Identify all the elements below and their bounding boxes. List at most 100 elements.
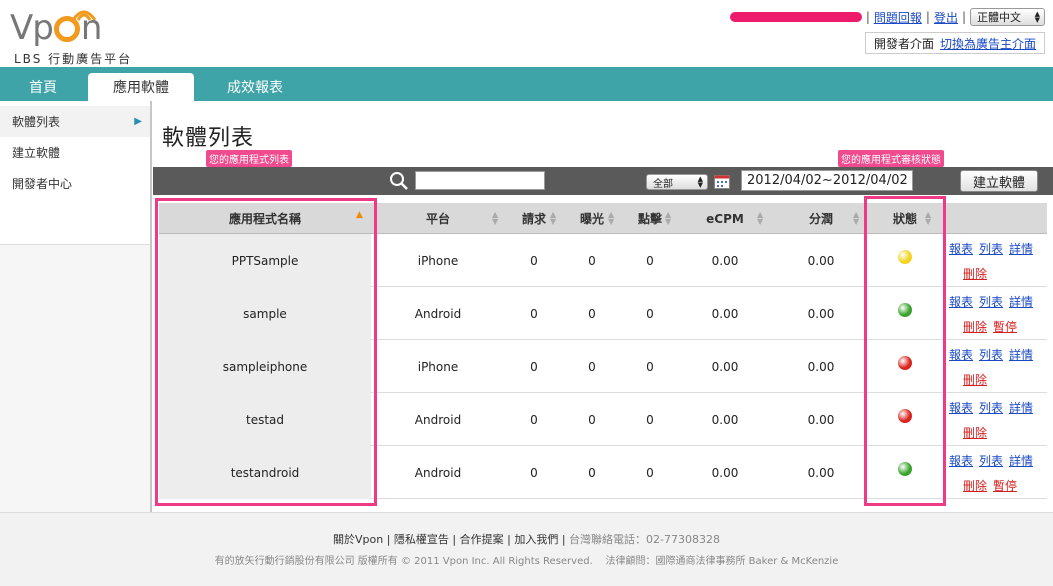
sort-icon: ▲ ▼: [665, 210, 672, 226]
delete-link[interactable]: 刪除: [963, 318, 987, 335]
cell-share: 0.00: [807, 412, 835, 427]
details-link[interactable]: 詳情: [1009, 452, 1033, 469]
details-link[interactable]: 詳情: [1009, 399, 1033, 416]
list-link[interactable]: 列表: [979, 346, 1003, 363]
sidebar-divider: [150, 101, 152, 512]
delete-link[interactable]: 刪除: [963, 424, 987, 441]
report-link[interactable]: 報表: [949, 452, 973, 469]
date-range-field[interactable]: 2012/04/02~2012/04/02: [741, 170, 913, 191]
footer-link-join[interactable]: 加入我們: [514, 533, 558, 546]
developer-interface-box: 開發者介面 切換為廣告主介面: [864, 32, 1045, 54]
cell-share: 0.00: [807, 465, 835, 480]
list-link[interactable]: 列表: [979, 240, 1003, 257]
cell-clicks: 0: [646, 465, 654, 480]
cell-platform: Android: [414, 412, 462, 427]
platform-filter-select[interactable]: 全部 ▲ ▼: [646, 174, 708, 190]
logo-wordmark: Vp n: [10, 8, 102, 48]
cell-share: 0.00: [807, 253, 835, 268]
redacted-username: [729, 12, 862, 22]
sort-icon: ▲ ▼: [550, 210, 557, 226]
list-link[interactable]: 列表: [979, 452, 1003, 469]
delete-link[interactable]: 刪除: [963, 371, 987, 388]
cell-ecpm: 0.00: [711, 253, 739, 268]
report-link[interactable]: 報表: [949, 293, 973, 310]
create-app-button[interactable]: 建立軟體: [960, 170, 1038, 192]
calendar-icon[interactable]: [714, 174, 730, 189]
header: Vp n LBS 行動廣告平台 | 問題回報 | 登出 | 正體中文 ▲ ▼ 開發者…: [0, 0, 1053, 67]
pause-link[interactable]: 暫停: [993, 318, 1017, 335]
cell-platform: iPhone: [417, 359, 459, 374]
sort-icon: ▲ ▼: [492, 210, 499, 226]
sidebar-item-app-list[interactable]: 軟體列表 ▶: [0, 106, 150, 137]
details-link[interactable]: 詳情: [1009, 240, 1033, 257]
pause-link[interactable]: 暫停: [993, 477, 1017, 494]
cell-requests: 0: [530, 359, 538, 374]
report-issue-link[interactable]: 問題回報: [874, 9, 922, 26]
footer: 關於Vpon | 隱私權宣告 | 合作提案 | 加入我們 | 台灣聯絡電話：02…: [0, 512, 1053, 586]
sidebar-item-developer-center[interactable]: 開發者中心: [0, 168, 150, 199]
tab-reports[interactable]: 成效報表: [196, 73, 314, 101]
cell-ecpm: 0.00: [711, 412, 739, 427]
cell-clicks: 0: [646, 306, 654, 321]
tab-home[interactable]: 首頁: [0, 73, 86, 101]
sidebar: 軟體列表 ▶ 建立軟體 開發者中心: [0, 106, 150, 244]
cell-impressions: 0: [588, 253, 596, 268]
annotation-status: 您的應用程式審核狀態: [838, 150, 944, 167]
list-link[interactable]: 列表: [979, 293, 1003, 310]
delete-link[interactable]: 刪除: [963, 477, 987, 494]
row-actions: 報表 列表 詳情刪除 暫停: [949, 287, 1047, 340]
sort-icon: ▲ ▼: [608, 210, 615, 226]
highlight-app-list: [155, 198, 377, 506]
details-link[interactable]: 詳情: [1009, 346, 1033, 363]
switch-advertiser-link[interactable]: 切換為廣告主介面: [940, 35, 1036, 52]
cell-impressions: 0: [588, 412, 596, 427]
footer-link-privacy[interactable]: 隱私權宣告: [394, 533, 449, 546]
tab-applications[interactable]: 應用軟體: [88, 73, 194, 101]
delete-link[interactable]: 刪除: [963, 265, 987, 282]
sidebar-item-create-app[interactable]: 建立軟體: [0, 137, 150, 168]
language-select[interactable]: 正體中文 ▲ ▼: [970, 8, 1045, 26]
main-nav: 首頁 應用軟體 成效報表: [0, 67, 1053, 101]
cell-clicks: 0: [646, 359, 654, 374]
report-link[interactable]: 報表: [949, 346, 973, 363]
filter-toolbar: 全部 ▲ ▼ 2012/04/02~2012/04/02 建立軟體: [153, 167, 1053, 195]
logout-link[interactable]: 登出: [934, 9, 958, 26]
row-actions: 報表 列表 詳情刪除: [949, 234, 1047, 287]
cell-ecpm: 0.00: [711, 465, 739, 480]
cell-platform: iPhone: [417, 253, 459, 268]
chevron-right-icon: ▶: [134, 116, 142, 127]
report-link[interactable]: 報表: [949, 240, 973, 257]
top-links: | 問題回報 | 登出 | 正體中文 ▲ ▼: [729, 6, 1045, 28]
annotation-app-list: 您的應用程式列表: [206, 150, 292, 167]
footer-link-about[interactable]: 關於Vpon: [333, 533, 383, 546]
cell-requests: 0: [530, 306, 538, 321]
list-link[interactable]: 列表: [979, 399, 1003, 416]
cell-clicks: 0: [646, 253, 654, 268]
select-arrows-icon: ▲ ▼: [697, 175, 703, 189]
vpon-logo[interactable]: Vp n LBS 行動廣告平台: [6, 4, 136, 66]
dev-interface-label: 開發者介面: [873, 36, 934, 51]
select-arrows-icon: ▲ ▼: [1034, 10, 1040, 24]
footer-copyright: 有的放矢行動行銷股份有限公司 版權所有 © 2011 Vpon Inc. All…: [214, 556, 839, 567]
search-input[interactable]: [415, 171, 545, 190]
cell-clicks: 0: [646, 412, 654, 427]
search-icon[interactable]: [389, 171, 409, 191]
footer-link-partnership[interactable]: 合作提案: [460, 533, 504, 546]
cell-ecpm: 0.00: [711, 306, 739, 321]
page-title: 軟體列表: [162, 126, 255, 151]
sidebar-filler: [0, 244, 150, 512]
details-link[interactable]: 詳情: [1009, 293, 1033, 310]
cell-impressions: 0: [588, 359, 596, 374]
cell-requests: 0: [530, 465, 538, 480]
cell-requests: 0: [530, 253, 538, 268]
row-actions: 報表 列表 詳情刪除 暫停: [949, 446, 1047, 499]
footer-links: 關於Vpon | 隱私權宣告 | 合作提案 | 加入我們 | 台灣聯絡電話：02…: [333, 533, 720, 546]
sort-icon: ▲ ▼: [853, 210, 860, 226]
row-actions: 報表 列表 詳情刪除: [949, 340, 1047, 393]
report-link[interactable]: 報表: [949, 399, 973, 416]
col-platform[interactable]: 平台: [371, 203, 505, 234]
cell-impressions: 0: [588, 306, 596, 321]
cell-ecpm: 0.00: [711, 359, 739, 374]
cell-requests: 0: [530, 412, 538, 427]
cell-platform: Android: [414, 465, 462, 480]
